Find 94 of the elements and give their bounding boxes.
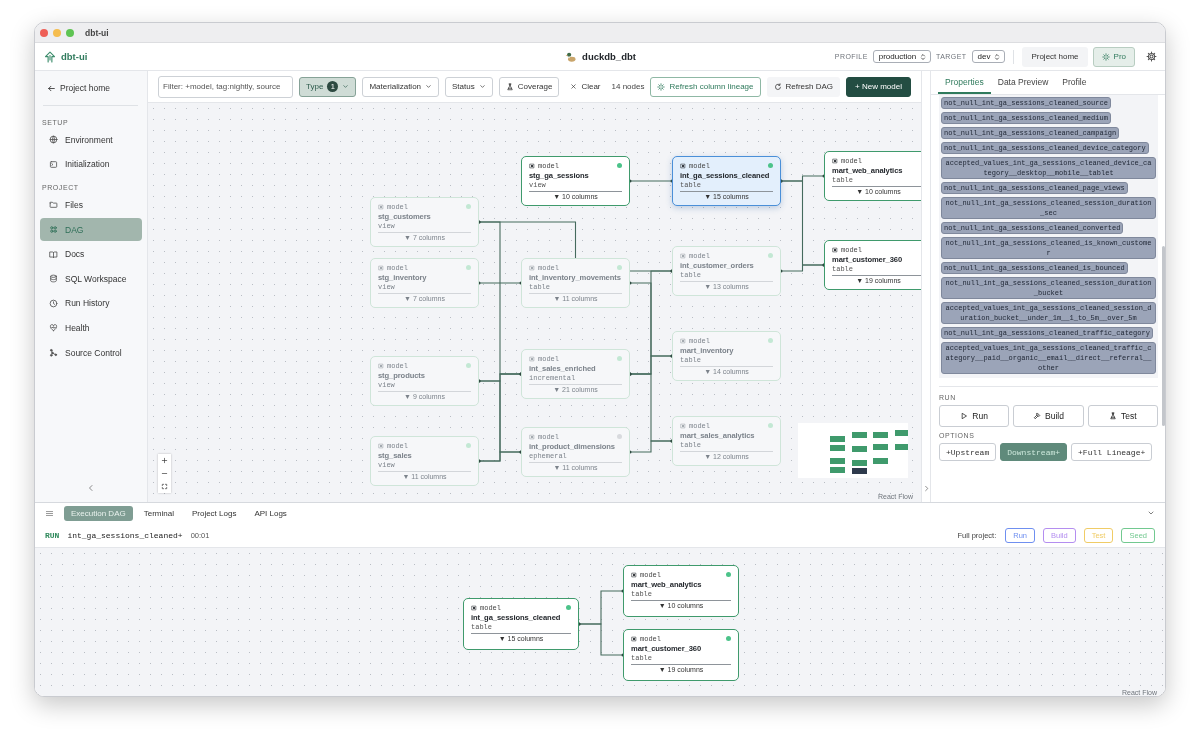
flask-icon bbox=[1109, 412, 1118, 420]
model-icon bbox=[529, 162, 535, 169]
folder-icon bbox=[49, 200, 58, 210]
refresh-icon bbox=[773, 82, 782, 91]
zoom-window-button[interactable] bbox=[66, 28, 74, 37]
model-icon bbox=[471, 604, 477, 611]
collapse-icon[interactable] bbox=[87, 484, 95, 492]
play-icon bbox=[960, 412, 969, 420]
model-icon bbox=[529, 433, 535, 440]
grid-icon bbox=[49, 225, 58, 235]
model-icon bbox=[378, 264, 384, 271]
settings-icon[interactable] bbox=[1146, 51, 1157, 62]
sparkle-icon bbox=[657, 82, 666, 91]
sidebar-item[interactable]: Environment bbox=[40, 128, 142, 152]
sidebar-item[interactable]: Source Control bbox=[40, 340, 142, 365]
menu-icon[interactable] bbox=[45, 508, 54, 518]
new-model-button[interactable]: + New model bbox=[846, 76, 911, 97]
database-icon bbox=[49, 274, 58, 284]
model-icon bbox=[529, 355, 535, 362]
book-icon bbox=[49, 249, 58, 259]
arrow-left-icon bbox=[47, 83, 56, 93]
updown-icon bbox=[919, 52, 928, 61]
option-toggle[interactable]: +Upstream bbox=[939, 443, 997, 461]
panel-tab[interactable]: Profile bbox=[1055, 71, 1094, 94]
chevron-down-icon bbox=[478, 83, 486, 90]
fit-view-icon[interactable] bbox=[161, 483, 168, 490]
refresh-dag-button[interactable]: Refresh DAG bbox=[766, 76, 841, 97]
model-icon bbox=[631, 635, 637, 642]
build-button[interactable]: Build bbox=[1013, 405, 1084, 427]
filter-dropdown[interactable]: Materialization bbox=[362, 76, 440, 97]
terminal-icon bbox=[49, 159, 58, 169]
window-title: dbt-ui bbox=[85, 27, 109, 38]
node-count: 14 nodes bbox=[611, 82, 645, 91]
model-icon bbox=[832, 246, 838, 253]
model-icon bbox=[529, 264, 535, 271]
scrollbar[interactable] bbox=[1162, 246, 1165, 426]
model-icon bbox=[378, 442, 384, 449]
heart-icon bbox=[49, 323, 58, 333]
project-name: duckdb_dbt bbox=[582, 51, 636, 62]
expand-icon[interactable] bbox=[922, 485, 930, 492]
back-link[interactable]: Project home bbox=[40, 79, 142, 97]
filter-field[interactable]: Filter: +model, tag:nightly, source bbox=[158, 75, 294, 98]
zoom-out-icon[interactable] bbox=[161, 470, 168, 477]
zoom-in-icon[interactable] bbox=[161, 457, 168, 464]
model-icon bbox=[680, 337, 686, 344]
panel-tab[interactable]: Terminal bbox=[136, 505, 181, 521]
run-button[interactable]: Run bbox=[939, 405, 1010, 427]
option-toggle[interactable]: +Full Lineage+ bbox=[1071, 443, 1153, 461]
branch-icon bbox=[49, 348, 58, 358]
clock-icon bbox=[49, 298, 58, 308]
sidebar-item[interactable]: Docs bbox=[40, 242, 142, 266]
hammer-icon bbox=[1033, 412, 1042, 420]
model-icon bbox=[680, 422, 686, 429]
sidebar-item[interactable]: Health bbox=[40, 316, 142, 340]
profile-select[interactable]: production bbox=[872, 50, 932, 63]
flask-icon bbox=[505, 82, 514, 91]
updown-icon bbox=[993, 52, 1002, 61]
minimap[interactable] bbox=[798, 423, 908, 478]
clear-button[interactable]: Clear bbox=[565, 76, 606, 97]
refresh-lineage-button[interactable]: Refresh column lineage bbox=[650, 76, 761, 97]
filter-dropdown[interactable]: Status bbox=[445, 76, 493, 97]
close-window-button[interactable] bbox=[40, 28, 48, 37]
chevron-down-icon[interactable] bbox=[1147, 509, 1155, 517]
sidebar-item[interactable]: Files bbox=[40, 193, 142, 217]
coverage-button[interactable]: Coverage bbox=[498, 76, 560, 97]
project-home-button[interactable]: Project home bbox=[1022, 46, 1088, 67]
chevron-down-icon bbox=[425, 83, 433, 90]
model-icon bbox=[832, 157, 838, 164]
sidebar-item[interactable]: Initialization bbox=[40, 152, 142, 177]
logo-icon bbox=[44, 50, 56, 63]
sparkle-icon bbox=[1101, 52, 1110, 61]
close-icon bbox=[570, 83, 578, 90]
chevron-down-icon bbox=[342, 83, 350, 90]
edge-line bbox=[577, 622, 625, 657]
sidebar-item[interactable]: Run History bbox=[40, 291, 142, 316]
app-name: dbt-ui bbox=[61, 51, 88, 62]
sidebar-item[interactable]: SQL Workspace bbox=[40, 266, 142, 291]
edge-line bbox=[628, 179, 674, 183]
test-button[interactable]: Test bbox=[1087, 405, 1158, 427]
minimize-window-button[interactable] bbox=[53, 28, 61, 37]
model-icon bbox=[631, 571, 637, 578]
model-icon bbox=[378, 362, 384, 369]
duck-icon bbox=[565, 50, 578, 63]
run-selector: int_ga_sessions_cleaned+ bbox=[67, 530, 183, 540]
panel-tab[interactable]: Data Preview bbox=[990, 71, 1056, 94]
model-icon bbox=[680, 162, 686, 169]
panel-tab[interactable]: API Logs bbox=[247, 505, 294, 521]
model-icon bbox=[680, 252, 686, 259]
run-label: RUN bbox=[45, 530, 60, 540]
target-select[interactable]: dev bbox=[971, 50, 1006, 63]
globe-icon bbox=[49, 135, 58, 145]
model-icon bbox=[378, 203, 384, 210]
panel-tab[interactable]: Project Logs bbox=[184, 505, 244, 521]
pro-button[interactable]: Pro bbox=[1092, 46, 1135, 67]
